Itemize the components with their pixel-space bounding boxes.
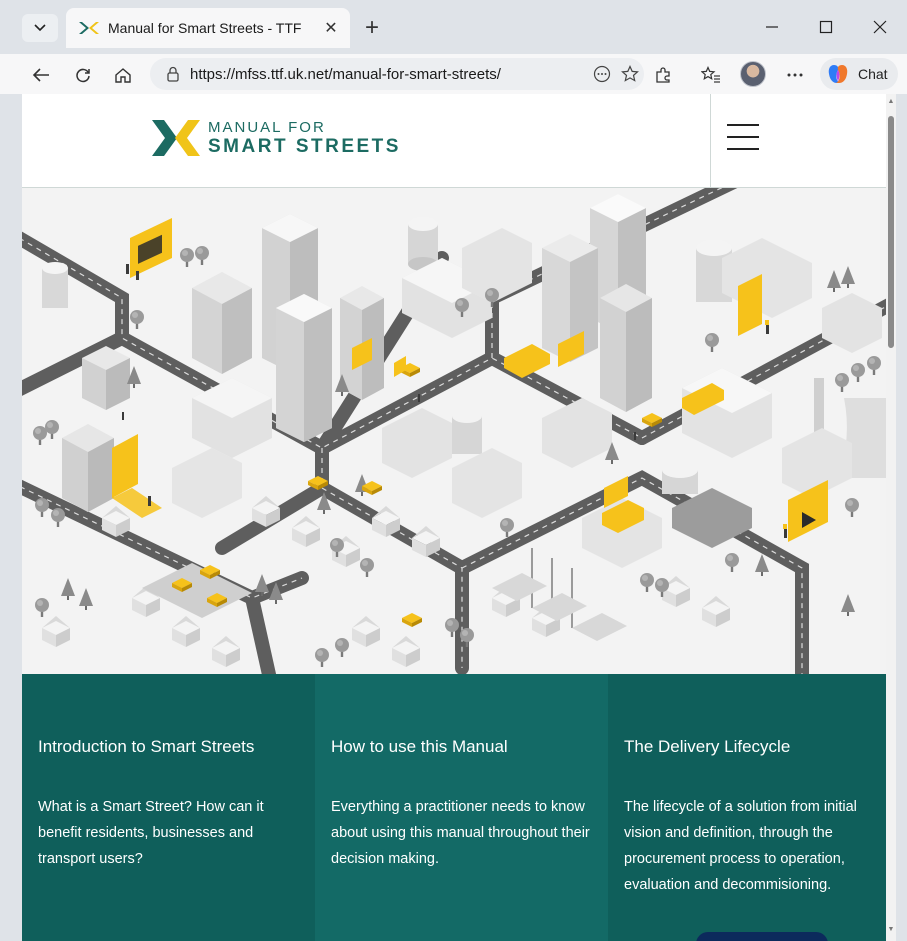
card-introduction[interactable]: Introduction to Smart Streets What is a … [22,674,315,941]
favorite-star-icon[interactable] [616,60,644,88]
new-tab-button[interactable]: + [358,14,386,42]
hero-city-illustration [22,188,886,674]
tab-title: Manual for Smart Streets - TTF [108,20,302,36]
card-cta-button[interactable] [696,932,828,941]
card-description: The lifecycle of a solution from initial… [624,799,857,893]
scroll-down-arrow-icon[interactable]: ▼ [886,926,896,936]
refresh-icon [76,68,90,83]
copilot-icon [828,65,848,83]
card-description: Everything a practitioner needs to know … [331,799,590,867]
feature-cards: Introduction to Smart Streets What is a … [22,674,886,941]
favorites-button[interactable] [696,60,726,90]
maximize-icon [819,20,833,34]
card-title[interactable]: Introduction to Smart Streets [38,736,299,758]
active-tab[interactable]: Manual for Smart Streets - TTF ✕ [66,8,350,48]
maximize-button[interactable] [806,12,846,42]
chevron-down-icon [34,24,46,32]
url-text: https://mfss.ttf.uk.net/manual-for-smart… [190,65,501,83]
browser-tab-bar: Manual for Smart Streets - TTF ✕ + [0,0,907,54]
close-tab-icon[interactable]: ✕ [320,17,342,39]
close-icon [873,20,887,34]
page-scrollbar[interactable]: ▲ ▼ [886,94,896,941]
logo-chevrons-icon [152,120,200,156]
chat-label: Chat [858,66,888,82]
address-bar[interactable]: https://mfss.ttf.uk.net/manual-for-smart… [150,58,644,90]
extensions-button[interactable] [648,60,678,90]
scrollbar-thumb[interactable] [888,116,894,348]
card-delivery-lifecycle[interactable]: The Delivery Lifecycle The lifecycle of … [608,674,886,941]
hamburger-menu-icon [727,124,759,152]
more-horizontal-icon [787,73,803,77]
profile-avatar[interactable] [740,61,766,87]
more-options-button[interactable] [780,60,810,90]
logo-text-line2: SMART STREETS [208,136,401,157]
page-viewport: MANUAL FOR SMART STREETS Introduction to… [22,94,896,941]
card-title[interactable]: How to use this Manual [331,736,592,758]
home-button[interactable] [108,60,138,90]
scroll-up-arrow-icon[interactable]: ▲ [886,98,896,108]
card-how-to-use[interactable]: How to use this Manual Everything a prac… [315,674,608,941]
page-actions-icon[interactable] [588,60,616,88]
puzzle-icon [656,67,670,83]
site-header: MANUAL FOR SMART STREETS [22,94,886,188]
arrow-left-icon [32,68,49,82]
home-icon [115,68,131,83]
lock-icon [167,66,179,82]
copilot-chat-button[interactable]: Chat [820,58,898,90]
card-title[interactable]: The Delivery Lifecycle [624,736,870,758]
menu-button[interactable] [710,94,886,188]
site-favicon-icon [79,22,99,34]
city-illustration-image [22,188,886,674]
tab-list-button[interactable] [22,14,58,42]
browser-toolbar: https://mfss.ttf.uk.net/manual-for-smart… [0,54,907,94]
close-window-button[interactable] [860,12,900,42]
minimize-button[interactable] [752,12,792,42]
back-button[interactable] [26,60,56,90]
logo-text-line1: MANUAL FOR [208,119,326,136]
minimize-icon [766,26,778,28]
favorites-list-icon [701,66,720,83]
card-description: What is a Smart Street? How can it benef… [38,799,264,867]
site-logo[interactable]: MANUAL FOR SMART STREETS [150,116,401,160]
refresh-button[interactable] [68,60,98,90]
